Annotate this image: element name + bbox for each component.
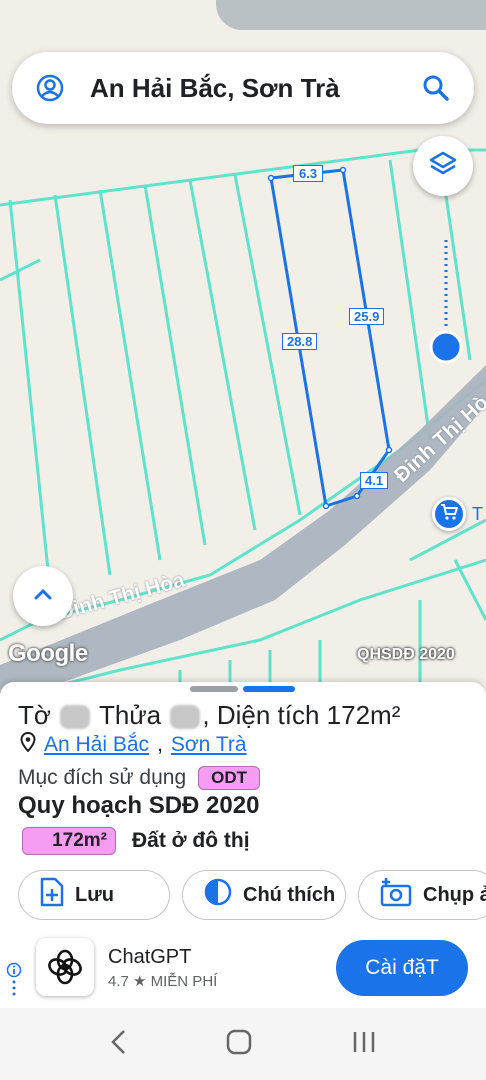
- ward-link[interactable]: An Hải Bắc: [44, 733, 149, 757]
- land-use-row: 172m² Đất ở đô thị: [22, 827, 250, 855]
- redacted-sheet-number: [60, 705, 91, 730]
- district-link[interactable]: Sơn Trà: [171, 733, 247, 757]
- add-photo-icon: [379, 877, 413, 913]
- land-use-label: Đất ở đô thị: [132, 829, 250, 852]
- my-location-dot: [429, 330, 463, 364]
- area-title: , Diện tích 172m²: [202, 700, 401, 730]
- install-button[interactable]: Cài đặT: [336, 940, 468, 996]
- contrast-icon: [203, 877, 233, 913]
- chevron-up-icon: [33, 587, 53, 606]
- recents-icon[interactable]: [351, 1030, 377, 1059]
- dimension-left: 28.8: [282, 333, 318, 350]
- dimension-right: 25.9: [349, 308, 385, 325]
- legend-button[interactable]: Chú thích: [182, 870, 346, 920]
- google-logo: Google: [8, 640, 88, 667]
- purpose-code-badge: ODT: [198, 766, 261, 790]
- parcel-number-label: Thửa: [98, 700, 162, 730]
- purpose-label: Mục đích sử dụng: [18, 766, 187, 789]
- layers-icon: [428, 149, 458, 184]
- status-bar: [0, 0, 486, 48]
- address-separator: ,: [157, 733, 163, 756]
- capture-button[interactable]: Chụp ả: [358, 870, 486, 920]
- search-icon[interactable]: [418, 70, 454, 106]
- add-file-icon: [39, 877, 65, 913]
- account-icon[interactable]: [32, 70, 68, 106]
- save-label: Lưu: [75, 883, 114, 906]
- search-bar[interactable]: An Hải Bắc, Sơn Trà: [12, 52, 474, 124]
- ad-banner[interactable]: ChatGPT 4.7 ★ MIỄN PHÍ Cài đặT: [0, 930, 486, 1008]
- ad-price: MIỄN PHÍ: [150, 973, 218, 990]
- capture-label: Chụp ả: [423, 883, 486, 906]
- redacted-parcel-number: [170, 705, 201, 730]
- plan-title: Quy hoạch SDĐ 2020: [18, 792, 260, 819]
- overlay-name-label: QHSDĐ 2020: [357, 646, 455, 663]
- area-badge: 172m²: [22, 827, 116, 855]
- expand-sheet-button[interactable]: [13, 566, 73, 626]
- legend-label: Chú thích: [243, 883, 336, 906]
- save-button[interactable]: Lưu: [18, 870, 170, 920]
- ad-app-name: ChatGPT: [108, 946, 192, 968]
- purpose-row: Mục đích sử dụng ODT: [18, 766, 261, 790]
- parcel-title: Tờ Thửa , Diện tích 172m²: [18, 700, 400, 731]
- info-icon[interactable]: [6, 962, 22, 1007]
- ad-meta: 4.7 ★ MIỄN PHÍ: [108, 972, 217, 990]
- shop-pin[interactable]: [432, 497, 466, 531]
- cart-icon: [440, 503, 459, 526]
- address-row: An Hải Bắc, Sơn Trà: [20, 731, 247, 758]
- home-icon[interactable]: [226, 1029, 252, 1060]
- dimension-bottom: 4.1: [360, 472, 389, 489]
- sheet-number-label: Tờ: [18, 700, 51, 730]
- system-nav-bar: [0, 1008, 486, 1080]
- back-icon[interactable]: [109, 1028, 127, 1061]
- search-query[interactable]: An Hải Bắc, Sơn Trà: [90, 73, 418, 104]
- dimension-top: 6.3: [293, 165, 324, 182]
- shop-label[interactable]: T: [472, 504, 483, 525]
- location-pin-icon: [20, 731, 36, 758]
- layers-button[interactable]: [413, 136, 473, 196]
- sheet-handle-active[interactable]: [243, 686, 295, 692]
- action-buttons: Lưu Chú thích Chụp ả: [18, 870, 486, 920]
- app-logo-icon[interactable]: [36, 938, 94, 996]
- ad-rating: 4.7 ★: [108, 973, 147, 990]
- sheet-handle[interactable]: [190, 686, 238, 692]
